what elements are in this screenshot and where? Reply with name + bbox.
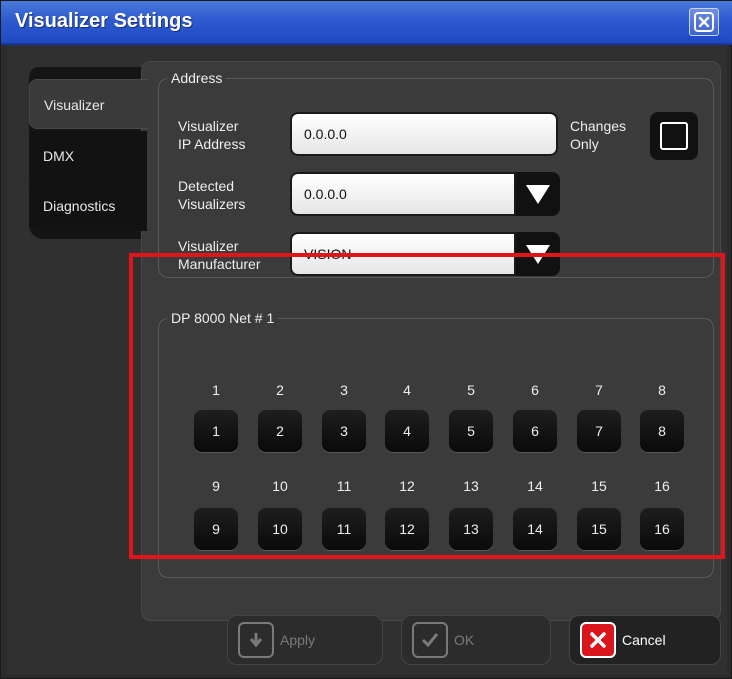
- universe-number-label: 15: [591, 478, 607, 494]
- title-bar: Visualizer Settings: [1, 1, 732, 45]
- detected-visualizers-dropdown-button[interactable]: [516, 172, 560, 216]
- universe-button[interactable]: 2: [258, 410, 302, 452]
- manufacturer-label-line1: Visualizer: [178, 238, 239, 254]
- net-legend: DP 8000 Net # 1: [171, 310, 275, 326]
- window-title: Visualizer Settings: [15, 10, 193, 32]
- changes-only-label-line1: Changes: [570, 118, 627, 134]
- universe-button[interactable]: 6: [513, 410, 557, 452]
- close-icon: [694, 12, 714, 32]
- universe-number-label: 12: [399, 478, 415, 494]
- universe-button[interactable]: 5: [449, 410, 493, 452]
- ip-address-input[interactable]: 0.0.0.0: [290, 112, 558, 156]
- checkmark-icon: [412, 622, 448, 658]
- universe-button[interactable]: 4: [385, 410, 429, 452]
- universe-number-label: 7: [595, 382, 603, 398]
- apply-button[interactable]: Apply: [227, 615, 383, 665]
- manufacturer-dropdown-button[interactable]: [516, 232, 560, 276]
- tab-diagnostics-label: Diagnostics: [43, 198, 116, 214]
- cancel-button[interactable]: Cancel: [569, 615, 721, 665]
- manufacturer-label-line2: Manufacturer: [178, 256, 261, 272]
- changes-only-label-line2: Only: [570, 136, 599, 152]
- universe-button[interactable]: 7: [577, 410, 621, 452]
- ip-address-label-line1: Visualizer: [178, 118, 239, 134]
- triangle-down-icon: [526, 185, 550, 204]
- universe-number-label: 2: [276, 382, 284, 398]
- universe-number-label: 11: [336, 478, 352, 494]
- tab-dmx[interactable]: DMX: [29, 131, 147, 181]
- manufacturer-select[interactable]: VISION: [290, 232, 516, 276]
- dialog-content: Address Visualizer IP Address 0.0.0.0 Ch…: [7, 45, 727, 675]
- universe-number-label: 5: [467, 382, 475, 398]
- universe-button[interactable]: 9: [194, 508, 238, 550]
- universe-button[interactable]: 1: [194, 410, 238, 452]
- universe-number-label: 13: [463, 478, 479, 494]
- triangle-down-icon: [526, 245, 550, 264]
- universe-button[interactable]: 16: [640, 508, 684, 550]
- cancel-label: Cancel: [622, 632, 666, 648]
- universe-number-label: 10: [272, 478, 288, 494]
- tab-diagnostics[interactable]: Diagnostics: [29, 181, 147, 231]
- detected-visualizers-select[interactable]: 0.0.0.0: [290, 172, 516, 216]
- tab-visualizer-label: Visualizer: [44, 97, 105, 113]
- detected-visualizers-label-line2: Visualizers: [178, 196, 246, 212]
- universe-button[interactable]: 12: [385, 508, 429, 550]
- download-arrow-icon: [238, 622, 274, 658]
- cancel-x-icon: [580, 622, 616, 658]
- apply-label: Apply: [280, 632, 316, 648]
- detected-visualizers-label-line1: Detected: [178, 178, 235, 194]
- universe-number-label: 6: [531, 382, 539, 398]
- universe-button[interactable]: 3: [322, 410, 366, 452]
- dp8000-net-group: DP 8000 Net # 1: [158, 310, 714, 578]
- tab-dmx-label: DMX: [43, 148, 75, 164]
- universe-button[interactable]: 10: [258, 508, 302, 550]
- universe-button[interactable]: 8: [640, 410, 684, 452]
- visualizer-settings-dialog: Visualizer Settings Address Visualizer I…: [0, 0, 732, 679]
- universe-number-label: 1: [212, 382, 220, 398]
- universe-button[interactable]: 15: [577, 508, 621, 550]
- universe-number-label: 14: [527, 478, 543, 494]
- settings-panel: Address Visualizer IP Address 0.0.0.0 Ch…: [141, 61, 721, 621]
- universe-number-label: 8: [658, 382, 666, 398]
- address-legend: Address: [171, 70, 223, 86]
- universe-button[interactable]: 11: [322, 508, 366, 550]
- tab-visualizer[interactable]: Visualizer: [29, 79, 149, 129]
- universe-button[interactable]: 14: [513, 508, 557, 550]
- ok-label: OK: [454, 632, 475, 648]
- universe-number-label: 9: [212, 478, 220, 494]
- close-button[interactable]: [689, 8, 719, 36]
- universe-button[interactable]: 13: [449, 508, 493, 550]
- ip-address-label-line2: IP Address: [178, 136, 246, 152]
- ok-button[interactable]: OK: [401, 615, 551, 665]
- checkbox-box-icon: [660, 122, 688, 150]
- changes-only-checkbox[interactable]: [650, 112, 698, 160]
- universe-number-label: 16: [654, 478, 670, 494]
- universe-number-label: 4: [403, 382, 411, 398]
- universe-number-label: 3: [340, 382, 348, 398]
